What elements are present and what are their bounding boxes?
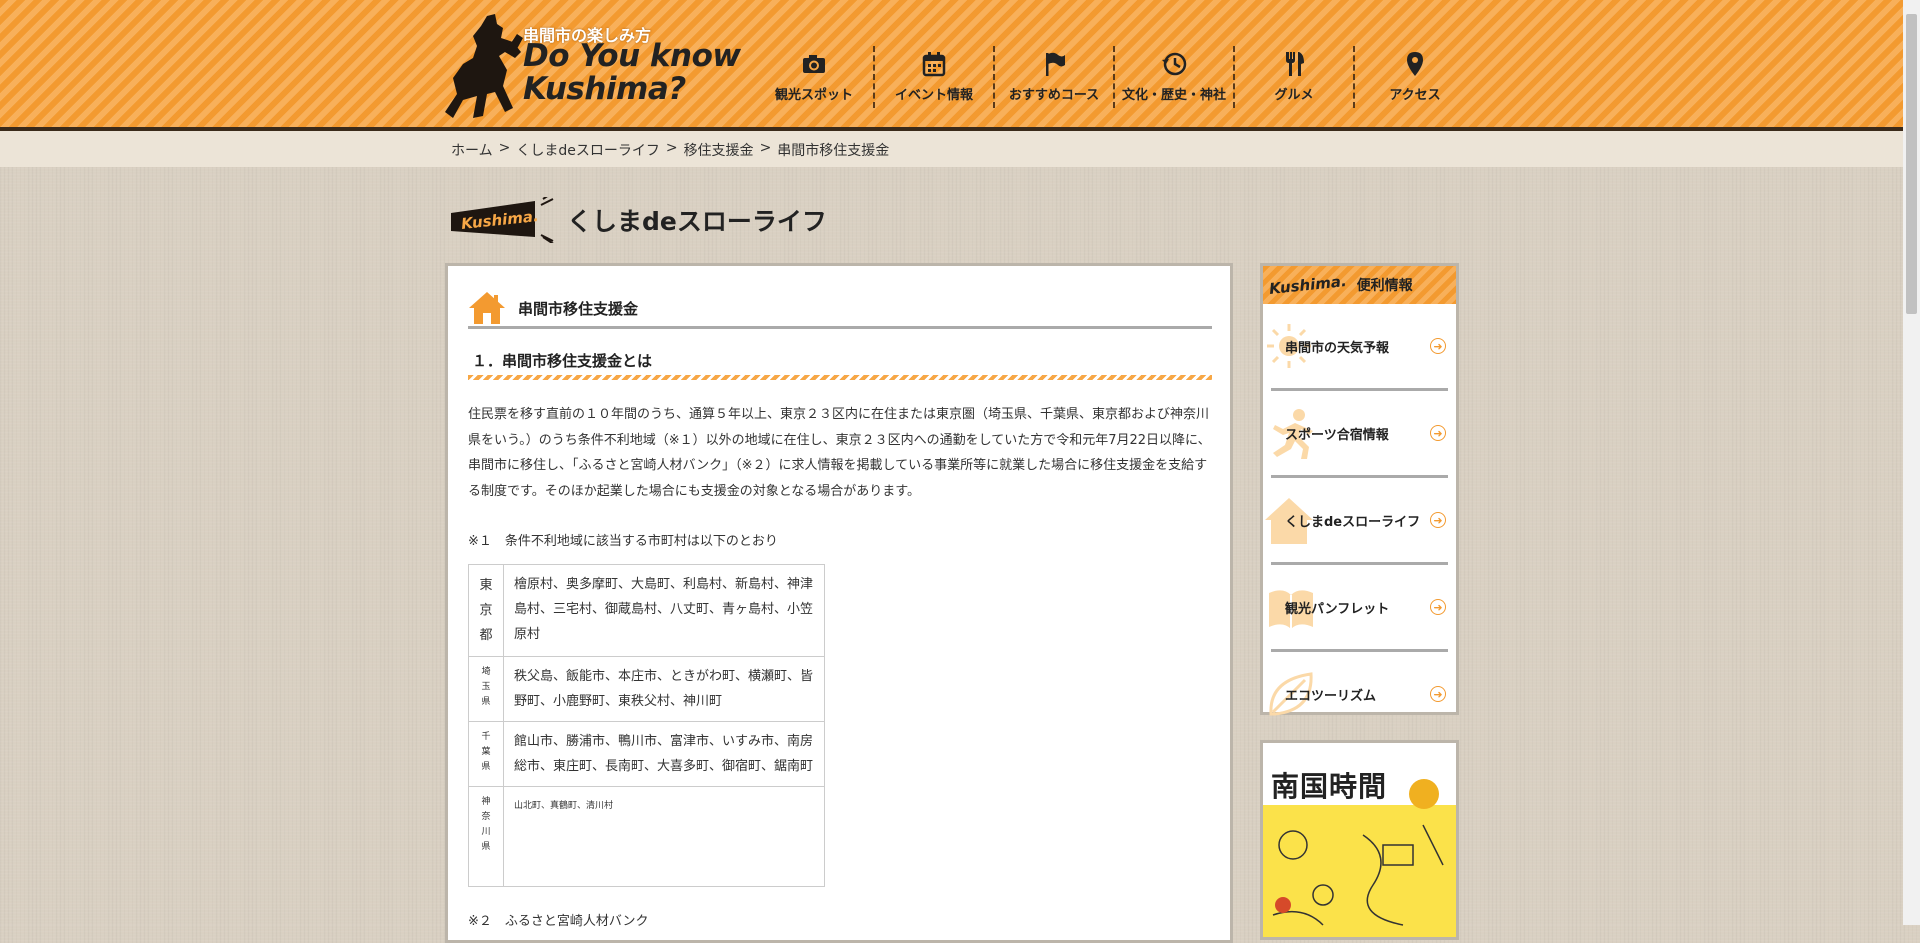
pref-char: 千 — [481, 732, 491, 742]
subheading-text: １．串間市移住支援金とは — [472, 352, 653, 370]
site-logo[interactable]: 串間市の楽しみ方 Do You know Kushima? — [443, 12, 743, 124]
sidebar-item-label: 観光パンフレット — [1285, 601, 1390, 617]
nav-item-spots[interactable]: 観光スポット — [755, 46, 875, 108]
kushima-banner: Kushima. — [451, 190, 561, 246]
main-content: 串間市移住支援金 １．串間市移住支援金とは 住民票を移す直前の１０年間のうち、通… — [445, 263, 1233, 943]
table-row: 千 葉 県 館山市、勝浦市、鴨川市、富津市、いすみ市、南房総市、東庄町、長南町、… — [468, 721, 825, 787]
sidebar-item-label: くしまdeスローライフ — [1285, 514, 1421, 530]
nav-label: グルメ — [1274, 88, 1314, 103]
pref-char: 県 — [481, 842, 491, 852]
camera-icon — [803, 55, 825, 73]
pamphlet-illustration — [1272, 824, 1444, 926]
nav-label: おすすめコース — [1008, 88, 1100, 103]
map-pin-icon — [1407, 52, 1423, 76]
note-1: ※１ 条件不利地域に該当する市町村は以下のとおり — [468, 534, 778, 549]
sidebar-useful-info: Kushima. 便利情報 串間市の天気予報 ➜ スポーツ合宿情報 ➜ くしまd… — [1260, 263, 1459, 716]
pamphlet-cover-image: 南国時間 — [1263, 743, 1456, 937]
nav-item-culture[interactable]: 文化・歴史・神社 — [1115, 46, 1235, 108]
scrollbar-thumb[interactable] — [1906, 14, 1917, 314]
breadcrumb-slowlife[interactable]: くしまdeスローライフ — [516, 140, 660, 160]
municipality-list: 館山市、勝浦市、鴨川市、富津市、いすみ市、南房総市、東庄町、長南町、大喜多町、御… — [503, 721, 825, 787]
sidebar-item-label: エコツーリズム — [1285, 688, 1377, 704]
nav-item-courses[interactable]: おすすめコース — [995, 46, 1115, 108]
breadcrumb-current: 串間市移住支援金 — [777, 143, 890, 159]
municipality-list: 山北町、真鶴町、清川村 — [503, 786, 825, 887]
nav-label: 観光スポット — [774, 88, 853, 103]
note-2: ※２ ふるさと宮崎人材バンク — [468, 914, 649, 929]
nav-item-events[interactable]: イベント情報 — [875, 46, 995, 108]
site-header: 串間市の楽しみ方 Do You know Kushima? 観光スポット イベン… — [0, 0, 1903, 131]
prefecture-cell: 埼 玉 県 — [468, 656, 504, 722]
sidebar-item-slowlife[interactable]: くしまdeスローライフ ➜ — [1265, 478, 1448, 565]
horse-rider-logo-icon — [445, 14, 523, 118]
municipality-list: 秩父島、飯能市、本庄市、ときがわ町、横瀬町、皆野町、小鹿野町、東秩父村、神川町 — [503, 656, 825, 722]
house-icon — [469, 292, 505, 324]
nav-label: 文化・歴史・神社 — [1121, 88, 1226, 103]
section-title: Kushima. くしまdeスローライフ — [451, 190, 827, 246]
flag-icon — [1046, 52, 1065, 76]
page-title: 串間市移住支援金 — [518, 299, 639, 318]
breadcrumb-separator: > — [759, 140, 772, 156]
pref-char: 都 — [479, 628, 493, 643]
logo-title: Do You know Kushima? — [523, 40, 741, 106]
prefecture-cell: 千 葉 県 — [468, 721, 504, 787]
section-heading: くしまdeスローライフ — [567, 207, 827, 236]
pamphlet-title: 南国時間 — [1271, 770, 1388, 803]
sidebar-item-weather[interactable]: 串間市の天気予報 ➜ — [1267, 304, 1448, 391]
disadvantaged-areas-table: 東 京 都 檜原村、奥多摩町、大島町、利島村、新島村、神津島村、三宅村、御蔵島村… — [468, 564, 825, 887]
sidebar-header: Kushima. 便利情報 — [1263, 266, 1456, 304]
breadcrumb: ホーム > くしまdeスローライフ > 移住支援金 > 串間市移住支援金 — [451, 140, 889, 160]
nav-item-gourmet[interactable]: グルメ — [1235, 46, 1355, 108]
arrow-right-icon: ➜ — [1430, 338, 1446, 354]
table-row: 埼 玉 県 秩父島、飯能市、本庄市、ときがわ町、横瀬町、皆野町、小鹿野町、東秩父… — [468, 656, 825, 722]
arrow-right-icon: ➜ — [1430, 425, 1446, 441]
pref-char: 川 — [481, 827, 491, 837]
pref-char: 東 — [479, 578, 493, 593]
subheading-stripe — [468, 375, 1212, 380]
sidebar-item-label: 串間市の天気予報 — [1285, 340, 1390, 356]
breadcrumb-separator: > — [665, 140, 678, 156]
description-paragraph: 住民票を移す直前の１０年間のうち、通算５年以上、東京２３区内に在住または東京圏（… — [468, 407, 1211, 499]
nav-label: イベント情報 — [894, 88, 973, 103]
page-scrollbar[interactable] — [1903, 0, 1920, 925]
logo-title-line1: Do You know — [523, 38, 741, 74]
sidebar-tag: Kushima. — [1268, 271, 1348, 299]
pref-char: 玉 — [481, 682, 491, 692]
table-row: 東 京 都 檜原村、奥多摩町、大島町、利島村、新島村、神津島村、三宅村、御蔵島村… — [468, 564, 825, 657]
nav-label: アクセス — [1389, 88, 1441, 103]
breadcrumb-separator: > — [498, 140, 511, 156]
pref-char: 葉 — [481, 747, 491, 757]
sidebar-item-label: スポーツ合宿情報 — [1285, 427, 1389, 443]
calendar-icon — [922, 52, 946, 77]
page-heading: 串間市移住支援金 — [468, 290, 1212, 329]
main-nav: 観光スポット イベント情報 おすすめコース 文化・歴史・神社 グルメ アクセス — [755, 46, 1475, 112]
prefecture-cell: 東 京 都 — [468, 564, 504, 657]
table-row: 神 奈 川 県 山北町、真鶴町、清川村 — [468, 786, 825, 887]
pref-char: 県 — [481, 762, 491, 772]
arrow-right-icon: ➜ — [1430, 599, 1446, 615]
pref-char: 京 — [479, 603, 493, 618]
subheading: １．串間市移住支援金とは — [468, 350, 1212, 380]
sidebar-item-ecotourism[interactable]: エコツーリズム ➜ — [1269, 652, 1448, 736]
pref-char: 神 — [481, 797, 491, 807]
sidebar-item-pamphlet[interactable]: 観光パンフレット ➜ — [1269, 565, 1448, 652]
arrow-right-icon: ➜ — [1430, 512, 1446, 528]
pref-char: 県 — [481, 697, 491, 707]
sidebar-item-sports-camp[interactable]: スポーツ合宿情報 ➜ — [1271, 391, 1448, 478]
breadcrumb-bar: ホーム > くしまdeスローライフ > 移住支援金 > 串間市移住支援金 — [0, 131, 1903, 167]
arrow-right-icon: ➜ — [1430, 686, 1446, 702]
fork-knife-icon — [1286, 52, 1304, 76]
pamphlet-banner[interactable]: 南国時間 — [1260, 740, 1459, 940]
municipality-list: 檜原村、奥多摩町、大島町、利島村、新島村、神津島村、三宅村、御蔵島村、八丈町、青… — [503, 564, 825, 657]
prefecture-cell: 神 奈 川 県 — [468, 786, 504, 887]
breadcrumb-home[interactable]: ホーム — [451, 140, 493, 160]
nav-item-access[interactable]: アクセス — [1355, 46, 1475, 108]
history-icon — [1162, 52, 1187, 76]
sidebar-title: 便利情報 — [1356, 278, 1413, 294]
pref-char: 奈 — [481, 812, 491, 822]
pref-char: 埼 — [481, 667, 491, 677]
logo-title-line2: Kushima? — [523, 71, 686, 107]
breadcrumb-support[interactable]: 移住支援金 — [684, 140, 754, 160]
